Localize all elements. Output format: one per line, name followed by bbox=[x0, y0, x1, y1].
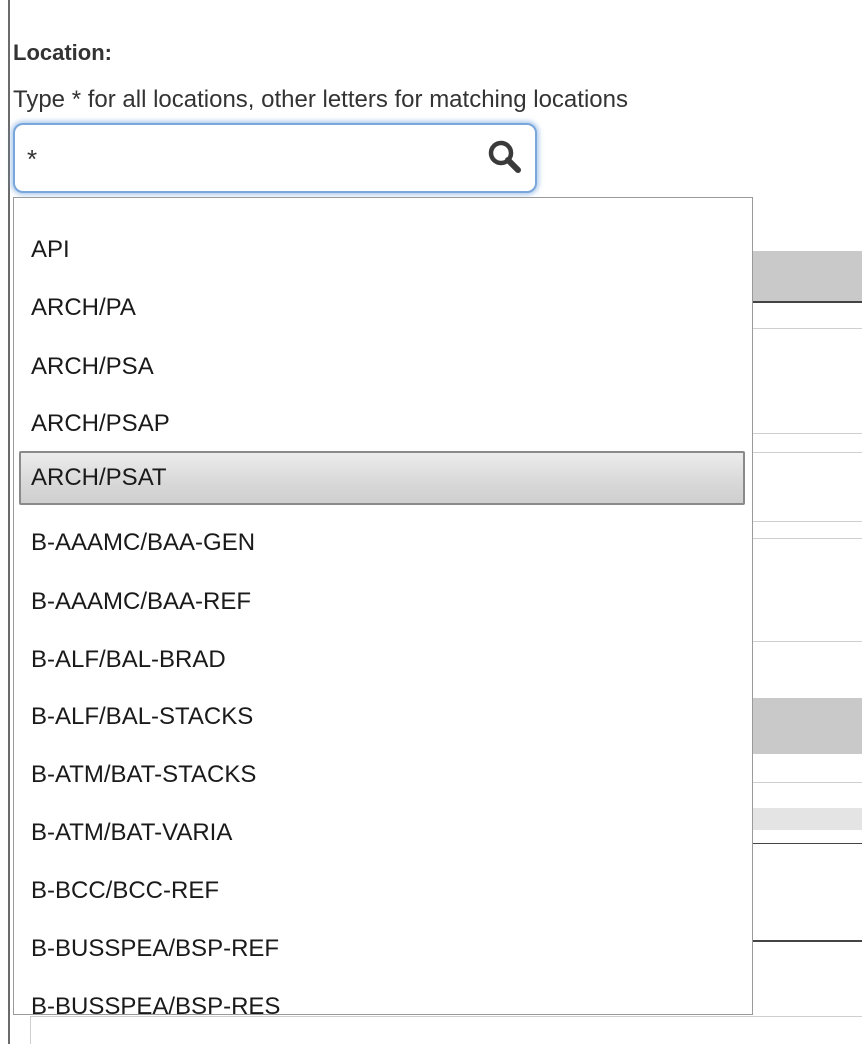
background-field bbox=[30, 1016, 862, 1044]
dropdown-option[interactable]: B-AAAMC/BAA-REF bbox=[19, 575, 745, 629]
location-dropdown[interactable]: API ARCH/PA ARCH/PSA ARCH/PSAP ARCH/PSAT… bbox=[13, 197, 753, 1015]
dropdown-option[interactable]: B-ALF/BAL-BRAD bbox=[19, 633, 745, 687]
location-search-input[interactable] bbox=[27, 139, 467, 179]
dropdown-option[interactable]: B-ALF/BAL-STACKS bbox=[19, 690, 745, 744]
dropdown-option[interactable]: B-ATM/BAT-STACKS bbox=[19, 748, 745, 802]
dropdown-option[interactable]: ARCH/PSAP bbox=[19, 397, 745, 451]
location-search-box[interactable] bbox=[13, 123, 537, 193]
dropdown-option[interactable]: B-BUSSPEA/BSP-RES bbox=[19, 980, 745, 1014]
dropdown-option-selected[interactable]: ARCH/PSAT bbox=[19, 451, 745, 505]
dropdown-option[interactable]: B-ATM/BAT-VARIA bbox=[19, 806, 745, 860]
dropdown-option[interactable]: B-BUSSPEA/BSP-REF bbox=[19, 922, 745, 976]
location-hint: Type * for all locations, other letters … bbox=[13, 86, 628, 113]
page: Location: Type * for all locations, othe… bbox=[0, 0, 862, 1044]
location-label: Location: bbox=[13, 40, 112, 65]
dropdown-option[interactable]: B-BCC/BCC-REF bbox=[19, 864, 745, 918]
search-icon[interactable] bbox=[485, 137, 525, 177]
dropdown-option[interactable]: ARCH/PA bbox=[19, 281, 745, 335]
dropdown-option[interactable]: B-AAAMC/BAA-GEN bbox=[19, 516, 745, 570]
dropdown-option[interactable]: ARCH/PSA bbox=[19, 340, 745, 394]
dropdown-option[interactable]: API bbox=[19, 223, 745, 277]
